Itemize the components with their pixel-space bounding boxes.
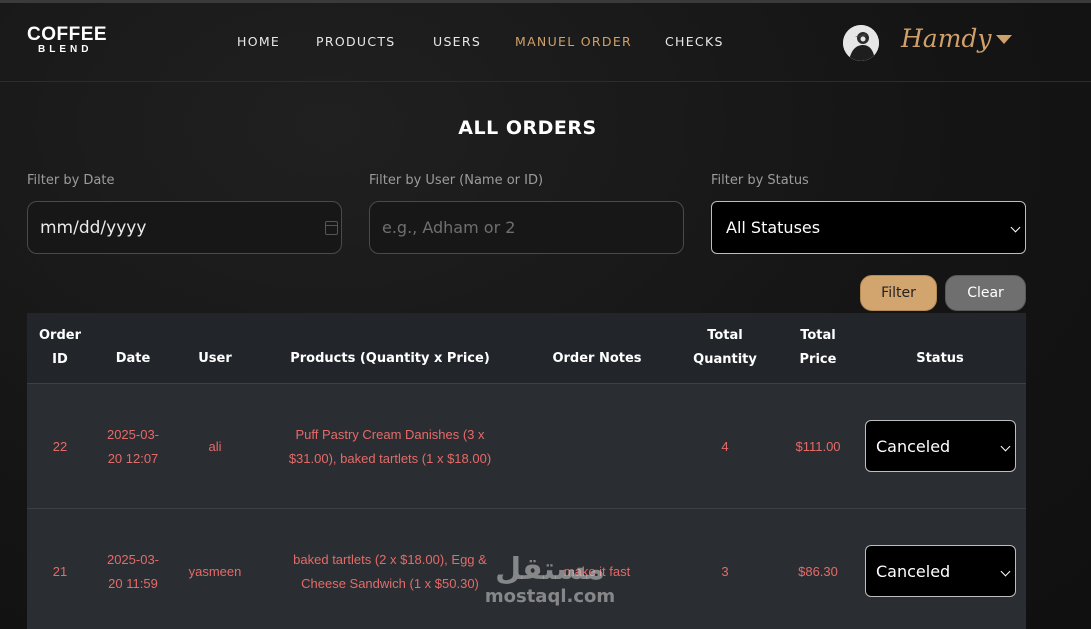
- user-name[interactable]: Hamdy: [901, 24, 992, 53]
- cell-user: ali: [208, 438, 222, 454]
- status-filter-value: All Statuses: [726, 218, 821, 237]
- status-select[interactable]: Canceled: [865, 545, 1016, 597]
- header-user: User: [198, 351, 232, 366]
- date-filter-label: Filter by Date: [27, 173, 115, 188]
- cell-date-line2: 20 11:59: [108, 575, 158, 591]
- status-filter-select[interactable]: All Statuses: [711, 201, 1026, 254]
- date-filter-value: mm/dd/yyyy: [40, 217, 147, 238]
- cell-user: yasmeen: [188, 563, 242, 579]
- page-title: ALL ORDERS: [458, 117, 597, 139]
- status-select-value: Canceled: [876, 436, 951, 456]
- cell-order-notes: [523, 384, 671, 509]
- cell-date-line1: 2025-03-: [106, 551, 160, 567]
- nav-home[interactable]: HOME: [237, 34, 280, 49]
- header-order-id-line1: Order: [39, 328, 81, 343]
- chevron-down-icon: [1000, 566, 1011, 577]
- chevron-down-icon[interactable]: [996, 35, 1012, 44]
- header-total-price: Total Price: [779, 313, 857, 383]
- watermark-latin: mostaql.com: [484, 586, 616, 607]
- header-order-notes: Order Notes: [552, 351, 642, 366]
- calendar-icon[interactable]: [325, 221, 338, 235]
- cell-date: 2025-03- 20 11:59: [93, 509, 173, 629]
- user-filter-placeholder: e.g., Adham or 2: [382, 218, 516, 237]
- brand-logo[interactable]: COFFEE BLEND: [27, 25, 117, 56]
- nav-users[interactable]: USERS: [433, 34, 481, 49]
- cell-total-quantity: 3: [721, 563, 729, 579]
- cell-order-id: 22: [52, 438, 68, 454]
- status-filter-label: Filter by Status: [711, 173, 809, 188]
- status-select[interactable]: Canceled: [865, 420, 1016, 472]
- header-total-quantity: Total Quantity: [671, 313, 779, 383]
- cell-products: Puff Pastry Cream Danishes (3 x $31.00),…: [257, 384, 523, 509]
- nav-checks[interactable]: CHECKS: [665, 34, 724, 49]
- cell-total-price: $111.00: [795, 438, 841, 454]
- table-header: Order ID Date User Products (Quantity x …: [27, 313, 1026, 383]
- chevron-down-icon: [1000, 441, 1011, 452]
- nav-products[interactable]: PRODUCTS: [316, 34, 396, 49]
- cell-date-line2: 20 12:07: [107, 450, 159, 466]
- header-products: Products (Quantity x Price): [290, 351, 490, 366]
- user-avatar-icon[interactable]: [843, 25, 879, 61]
- header-order-id: Order ID: [27, 313, 93, 383]
- chevron-down-icon: [1010, 222, 1021, 233]
- status-select-value: Canceled: [876, 561, 951, 581]
- cell-total-price: $86.30: [798, 563, 838, 579]
- brand-logo-main: COFFEE: [27, 24, 108, 45]
- nav-manuel-order[interactable]: MANUEL ORDER: [515, 34, 632, 49]
- filter-button[interactable]: Filter: [860, 275, 937, 311]
- cell-order-id: 21: [52, 563, 68, 579]
- cell-products-line1: baked tartlets (2 x $18.00), Egg &: [293, 551, 487, 567]
- cell-total-quantity: 4: [721, 438, 729, 454]
- cell-products-line2: $31.00), baked tartlets (1 x $18.00): [288, 450, 492, 466]
- clear-button[interactable]: Clear: [945, 275, 1026, 311]
- brand-logo-sub: BLEND: [38, 44, 93, 55]
- header-total-price-line2: Price: [799, 352, 837, 367]
- header-total-quantity-line2: Quantity: [693, 352, 757, 367]
- header-order-id-line2: ID: [52, 352, 68, 367]
- user-filter-input[interactable]: e.g., Adham or 2: [369, 201, 684, 254]
- cell-date: 2025-03- 20 12:07: [93, 384, 173, 509]
- cell-products-line1: Puff Pastry Cream Danishes (3 x: [295, 426, 485, 442]
- header-status: Status: [916, 351, 964, 366]
- date-filter-input[interactable]: mm/dd/yyyy: [27, 201, 342, 254]
- header-total-quantity-line1: Total: [707, 328, 743, 343]
- header-total-price-line1: Total: [800, 328, 836, 343]
- cell-date-line1: 2025-03-: [106, 426, 160, 442]
- user-filter-label: Filter by User (Name or ID): [369, 173, 544, 188]
- watermark: مستقل mostaql.com: [480, 553, 620, 607]
- header-date: Date: [115, 351, 151, 366]
- watermark-arabic: مستقل: [495, 552, 605, 587]
- table-row: 22 2025-03- 20 12:07 ali Puff Pastry Cre…: [27, 383, 1026, 508]
- cell-products-line2: Cheese Sandwich (1 x $50.30): [301, 575, 479, 591]
- site-header: COFFEE BLEND HOME PRODUCTS USERS MANUEL …: [0, 3, 1091, 82]
